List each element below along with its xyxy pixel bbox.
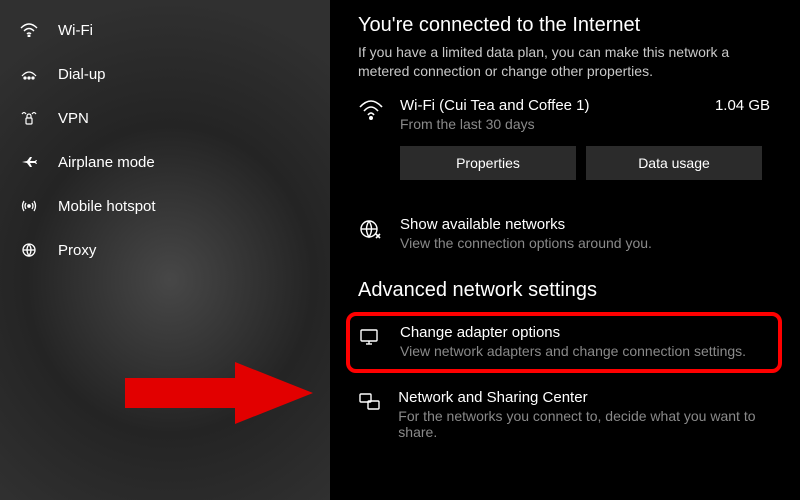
sidebar-item-label: Wi-Fi [58, 22, 93, 39]
change-adapter-options-link[interactable]: Change adapter options View network adap… [358, 324, 770, 359]
annotation-arrow [125, 358, 315, 428]
connection-period: From the last 30 days [400, 116, 590, 132]
advanced-heading: Advanced network settings [358, 279, 774, 302]
link-subtitle: View the connection options around you. [400, 235, 652, 251]
network-sharing-center-link[interactable]: Network and Sharing Center For the netwo… [358, 379, 774, 452]
active-connection-row: Wi-Fi (Cui Tea and Coffee 1) From the la… [358, 97, 774, 132]
sidebar-item-label: VPN [58, 110, 89, 127]
adapter-icon [358, 326, 386, 348]
status-panel: You're connected to the Internet If you … [330, 0, 800, 500]
sidebar-item-label: Dial-up [58, 66, 106, 83]
link-subtitle: View network adapters and change connect… [400, 343, 746, 359]
sidebar-item-dialup[interactable]: Dial-up [0, 52, 330, 96]
properties-button[interactable]: Properties [400, 146, 576, 180]
sidebar-item-wifi[interactable]: Wi-Fi [0, 8, 330, 52]
show-available-networks-link[interactable]: Show available networks View the connect… [358, 206, 774, 263]
sidebar-item-hotspot[interactable]: Mobile hotspot [0, 184, 330, 228]
annotation-highlight: Change adapter options View network adap… [346, 312, 782, 373]
wifi-signal-icon [358, 99, 386, 121]
status-subtitle: If you have a limited data plan, you can… [358, 43, 774, 81]
dialup-icon [18, 67, 40, 81]
proxy-icon [18, 242, 40, 258]
connection-name: Wi-Fi (Cui Tea and Coffee 1) [400, 97, 590, 114]
connection-usage: 1.04 GB [715, 97, 774, 114]
sidebar-item-proxy[interactable]: Proxy [0, 228, 330, 272]
sidebar-item-vpn[interactable]: VPN [0, 96, 330, 140]
link-title: Show available networks [400, 216, 652, 233]
wifi-icon [18, 23, 40, 37]
sidebar-item-label: Mobile hotspot [58, 198, 156, 215]
globe-icon [358, 218, 386, 240]
airplane-icon [18, 154, 40, 170]
link-title: Change adapter options [400, 324, 746, 341]
data-usage-button[interactable]: Data usage [586, 146, 762, 180]
sharing-center-icon [358, 391, 384, 413]
link-subtitle: For the networks you connect to, decide … [398, 408, 774, 440]
hotspot-icon [18, 198, 40, 214]
sidebar-item-airplane[interactable]: Airplane mode [0, 140, 330, 184]
sidebar-item-label: Proxy [58, 242, 96, 259]
link-title: Network and Sharing Center [398, 389, 774, 406]
sidebar-item-label: Airplane mode [58, 154, 155, 171]
status-title: You're connected to the Internet [358, 14, 774, 37]
vpn-icon [18, 110, 40, 126]
settings-sidebar: Wi-Fi Dial-up VPN Airplane mode [0, 0, 330, 500]
